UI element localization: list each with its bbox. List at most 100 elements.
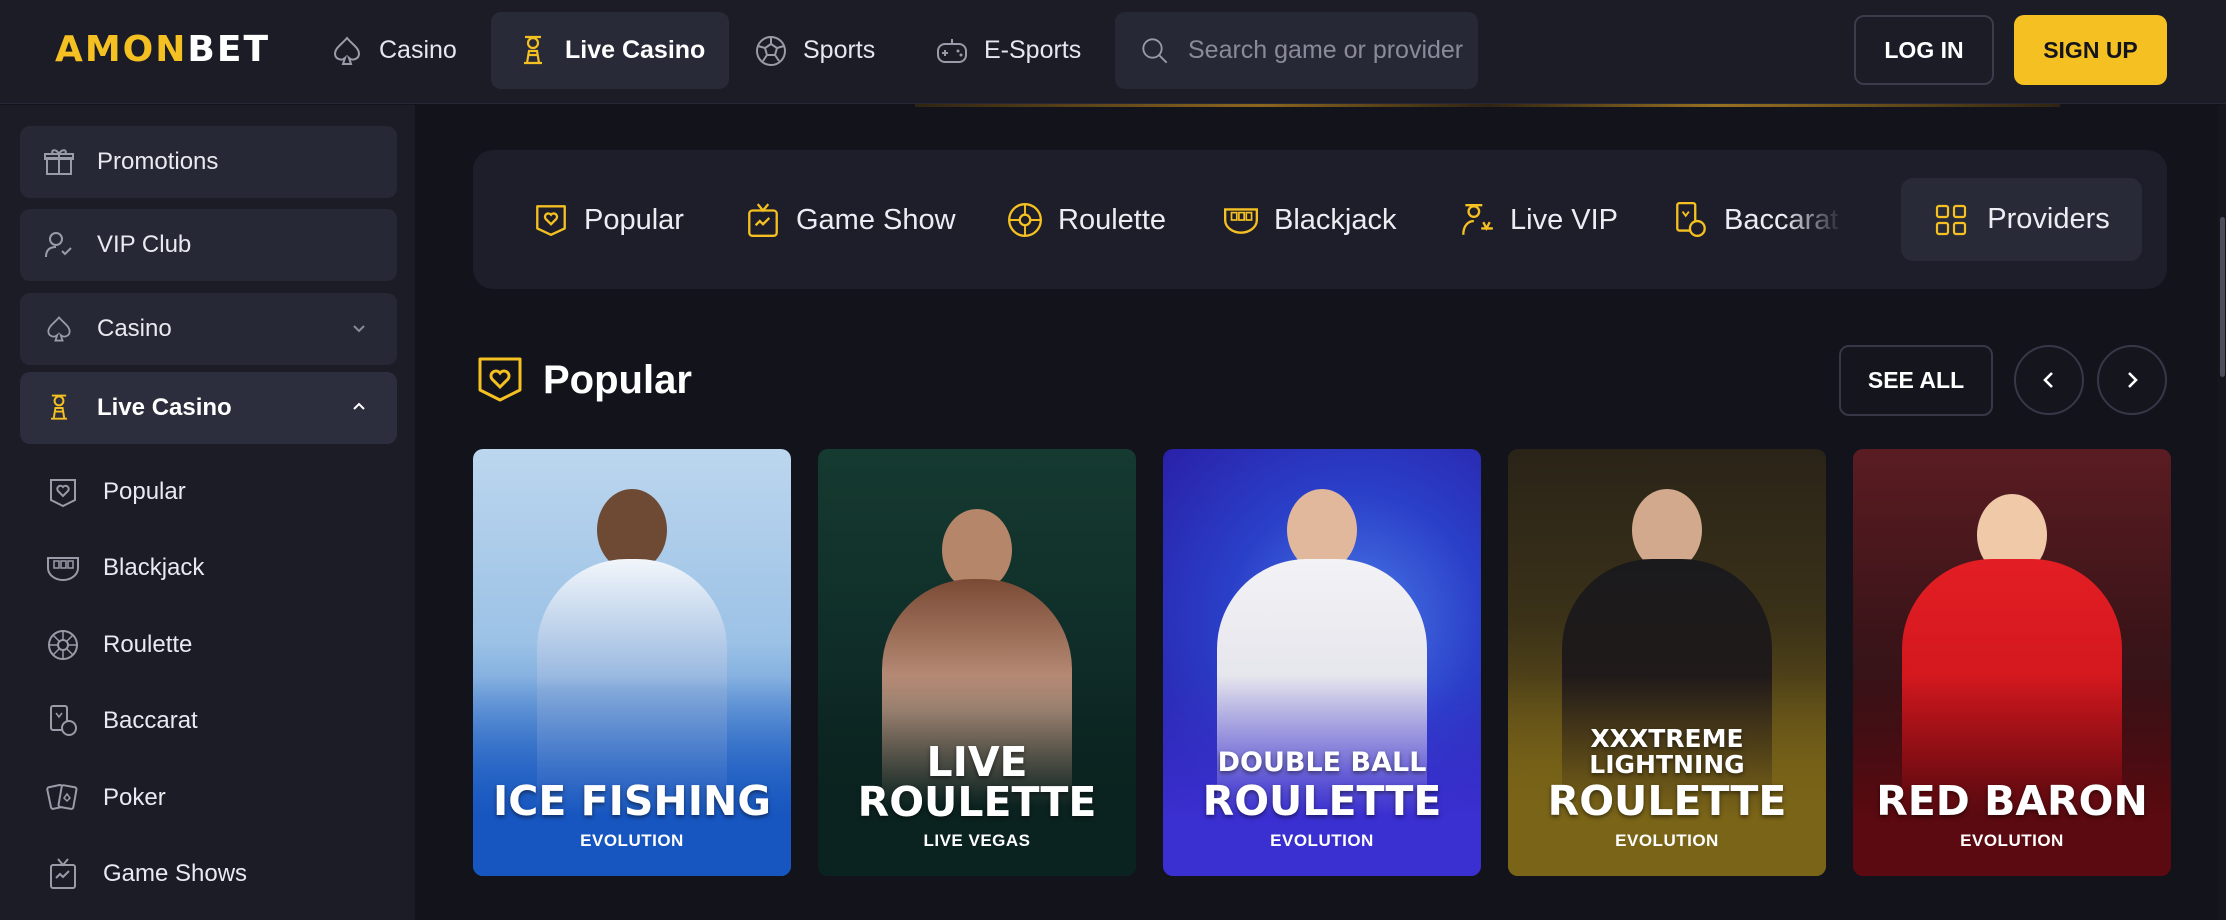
chevron-up-icon[interactable] bbox=[349, 397, 369, 417]
banner-edge bbox=[915, 104, 2060, 107]
carousel-prev-button[interactable] bbox=[2014, 345, 2084, 415]
spade-icon bbox=[333, 35, 361, 65]
sidebar-subitem-label: Roulette bbox=[103, 631, 193, 658]
scrollbar-thumb[interactable] bbox=[2220, 217, 2225, 377]
sidebar-subitem-label: Popular bbox=[103, 478, 186, 505]
category-tab-popular[interactable]: Popular bbox=[532, 198, 684, 242]
sidebar-subitem-game-shows[interactable]: Game Shows bbox=[45, 849, 247, 899]
game-card-xxxtreme-lightning-roulette[interactable]: XXXTREME LIGHTNING ROULETTE EVOLUTION bbox=[1508, 449, 1826, 876]
top-header: AMONBET Casino Live Casino Sports E-Spor… bbox=[0, 0, 2226, 104]
category-tab-label: Popular bbox=[584, 203, 684, 236]
sidebar-subitem-popular[interactable]: Popular bbox=[45, 467, 186, 517]
poker-cards-icon bbox=[46, 783, 78, 810]
heart-badge-icon bbox=[50, 479, 76, 508]
game-provider: EVOLUTION bbox=[1960, 831, 2064, 850]
providers-label: Providers bbox=[1987, 203, 2110, 235]
search-input[interactable] bbox=[1188, 36, 1478, 65]
providers-button[interactable]: Providers bbox=[1901, 178, 2142, 261]
sidebar-subitem-poker[interactable]: Poker bbox=[45, 773, 166, 823]
game-card-red-baron[interactable]: RED BARON EVOLUTION bbox=[1853, 449, 2171, 876]
page-scrollbar[interactable] bbox=[2218, 105, 2226, 920]
category-tab-live-vip[interactable]: Live VIP bbox=[1458, 198, 1618, 242]
game-title-line1: DOUBLE BALL bbox=[1217, 747, 1427, 778]
vip-dealer-icon bbox=[1462, 204, 1493, 235]
grid-icon bbox=[1936, 204, 1967, 235]
category-bar: Popular Game Show Roulette Blackjack Liv… bbox=[473, 150, 2167, 289]
gamepad-icon bbox=[937, 38, 967, 63]
baccarat-icon bbox=[50, 705, 77, 736]
nav-live-casino[interactable]: Live Casino bbox=[491, 12, 730, 89]
category-tab-game-show[interactable]: Game Show bbox=[744, 198, 956, 242]
nav-casino[interactable]: Casino bbox=[305, 12, 481, 89]
nav-esports[interactable]: E-Sports bbox=[910, 12, 1105, 89]
nav-label: Casino bbox=[379, 36, 457, 64]
sidebar: Promotions VIP Club Casino Live Casino P… bbox=[0, 105, 415, 920]
category-tab-blackjack[interactable]: Blackjack bbox=[1222, 198, 1397, 242]
sidebar-item-vip-club[interactable]: VIP Club bbox=[20, 209, 397, 281]
game-card-ice-fishing[interactable]: ICE FISHING EVOLUTION bbox=[473, 449, 791, 876]
nav-label: Live Casino bbox=[565, 36, 706, 64]
game-title: ROULETTE bbox=[1547, 777, 1787, 825]
sidebar-item-casino[interactable]: Casino bbox=[20, 293, 397, 365]
game-provider: EVOLUTION bbox=[580, 831, 684, 850]
category-tab-label: Roulette bbox=[1058, 203, 1167, 236]
dealer-icon bbox=[524, 35, 542, 64]
game-title-line1: XXXTREME LIGHTNING bbox=[1589, 724, 1745, 779]
blackjack-icon bbox=[47, 557, 79, 581]
sidebar-item-promotions[interactable]: Promotions bbox=[20, 126, 397, 198]
chevron-left-icon bbox=[2043, 372, 2053, 388]
see-all-button[interactable]: SEE ALL bbox=[1839, 345, 1993, 416]
game-provider: EVOLUTION bbox=[1615, 831, 1719, 850]
section-title: Popular bbox=[543, 358, 692, 402]
roulette-icon bbox=[1008, 203, 1042, 237]
game-provider: EVOLUTION bbox=[1270, 831, 1374, 850]
brand-logo[interactable]: AMONBET bbox=[55, 30, 270, 70]
nav-sports[interactable]: Sports bbox=[729, 12, 899, 89]
carousel-next-button[interactable] bbox=[2097, 345, 2167, 415]
category-overflow-fade bbox=[1783, 150, 1843, 289]
sidebar-item-label: VIP Club bbox=[97, 231, 192, 258]
gift-icon bbox=[44, 149, 74, 175]
sidebar-subitem-label: Poker bbox=[103, 784, 166, 811]
category-tab-label: Game Show bbox=[796, 203, 956, 236]
category-tab-label: Live VIP bbox=[1510, 203, 1618, 236]
blackjack-icon bbox=[1224, 208, 1258, 234]
sidebar-subitem-blackjack[interactable]: Blackjack bbox=[45, 543, 204, 593]
chevron-down-icon[interactable] bbox=[349, 318, 369, 338]
game-card-double-ball-roulette[interactable]: DOUBLE BALL ROULETTE EVOLUTION bbox=[1163, 449, 1481, 876]
sidebar-subitem-label: Baccarat bbox=[103, 707, 198, 734]
search-icon bbox=[1142, 37, 1168, 63]
roulette-icon bbox=[48, 630, 78, 660]
sidebar-item-label: Live Casino bbox=[97, 394, 232, 421]
nav-label: E-Sports bbox=[984, 36, 1082, 64]
sidebar-subitem-label: Blackjack bbox=[103, 554, 205, 581]
category-tab-roulette[interactable]: Roulette bbox=[1006, 198, 1166, 242]
game-title: RED BARON bbox=[1876, 777, 2148, 825]
spade-icon bbox=[47, 316, 71, 342]
sidebar-item-label: Casino bbox=[97, 315, 172, 342]
sidebar-subitem-roulette[interactable]: Roulette bbox=[45, 620, 192, 670]
search-box[interactable] bbox=[1115, 12, 1478, 89]
vip-user-icon bbox=[45, 232, 72, 258]
nav-label: Sports bbox=[803, 36, 876, 64]
category-tab-label: Blackjack bbox=[1274, 203, 1397, 236]
heart-badge-icon bbox=[478, 357, 522, 402]
tv-show-icon bbox=[748, 203, 778, 237]
dealer-icon bbox=[51, 394, 67, 420]
game-provider: LIVE VEGAS bbox=[923, 831, 1031, 850]
sidebar-subitem-label: Game Shows bbox=[103, 860, 248, 887]
soccer-ball-icon bbox=[756, 35, 786, 66]
game-title: ICE FISHING bbox=[493, 777, 771, 825]
login-button[interactable]: LOG IN bbox=[1854, 15, 1994, 85]
baccarat-icon bbox=[1676, 201, 1706, 237]
tv-show-icon bbox=[50, 858, 76, 889]
game-card-live-roulette[interactable]: LIVE ROULETTE LIVE VEGAS bbox=[818, 449, 1136, 876]
chevron-right-icon bbox=[2128, 372, 2138, 388]
sidebar-item-label: Promotions bbox=[97, 148, 219, 175]
game-title: ROULETTE bbox=[857, 778, 1097, 826]
sidebar-subitem-baccarat[interactable]: Baccarat bbox=[45, 696, 198, 746]
sidebar-item-live-casino[interactable]: Live Casino bbox=[20, 372, 397, 444]
signup-button[interactable]: SIGN UP bbox=[2014, 15, 2167, 85]
game-title: ROULETTE bbox=[1202, 777, 1442, 825]
heart-badge-icon bbox=[536, 205, 566, 236]
